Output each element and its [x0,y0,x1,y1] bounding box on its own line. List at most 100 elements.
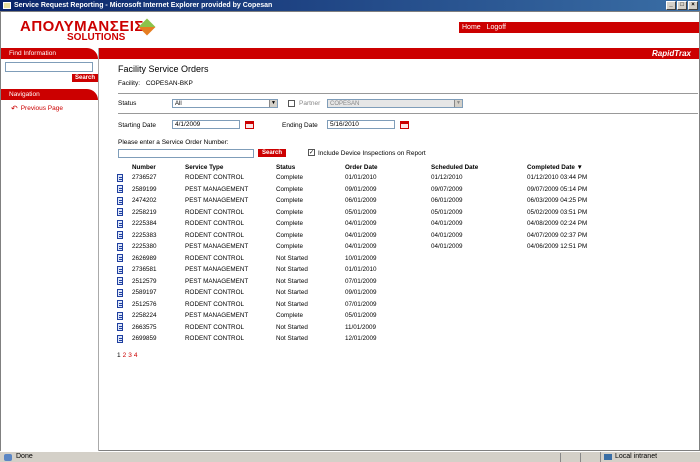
cell-scheduled-date [431,276,527,288]
cell-order-date: 01/01/2010 [345,174,377,182]
cell-scheduled-date [431,299,527,311]
cell-number: 2589199 [132,185,157,193]
cell-scheduled-date: 04/01/2009 [431,220,463,228]
document-icon[interactable] [117,208,123,217]
header-scheduled-date[interactable]: Scheduled Date [431,162,527,172]
end-date-input[interactable]: 5/16/2010 [327,120,395,129]
chevron-down-icon: ▼ [269,100,277,107]
partner-select[interactable]: COPESAN ▼ [327,99,463,108]
table-row[interactable]: 2736527 RODENT CONTROL Complete 01/01/2010 0… [117,172,617,184]
page-link-2[interactable]: 2 [123,352,127,359]
calendar-icon[interactable] [400,121,409,129]
document-icon[interactable] [117,277,123,286]
document-icon[interactable] [117,185,123,194]
start-date-input[interactable]: 4/1/2009 [172,120,240,129]
table-row[interactable]: 2663575 RODENT CONTROL Not Started 11/01/20… [117,322,617,334]
facility-label: Facility: [118,80,141,87]
table-row[interactable]: 2626989 RODENT CONTROL Not Started 10/01/20… [117,253,617,265]
document-icon[interactable] [117,300,123,309]
cell-service-type: RODENT CONTROL [185,289,245,297]
cell-order-date: 09/01/2009 [345,289,377,297]
document-icon[interactable] [117,323,123,332]
cell-order-date: 06/01/2009 [345,197,377,205]
cell-completed-date [527,322,617,334]
document-icon[interactable] [117,173,123,182]
divider [118,93,698,94]
cell-service-type: PEST MANAGEMENT [185,197,249,205]
nav-home-link[interactable]: Home [462,24,481,31]
cell-number: 2663575 [132,323,157,331]
table-row[interactable]: 2225380 PEST MANAGEMENT Complete 04/01/2009… [117,241,617,253]
intranet-icon [604,454,612,460]
document-icon[interactable] [117,288,123,297]
order-number-input[interactable] [118,149,254,158]
document-icon[interactable] [117,254,123,263]
cell-completed-date [527,333,617,345]
sidebar-search-input[interactable] [5,62,93,72]
top-nav: Home Logoff [459,22,699,33]
document-icon[interactable] [117,334,123,343]
maximize-button[interactable]: □ [677,1,687,10]
table-row[interactable]: 2512579 PEST MANAGEMENT Not Started 07/01/2… [117,276,617,288]
table-row[interactable]: 2589197 RODENT CONTROL Not Started 09/01/20… [117,287,617,299]
cell-scheduled-date: 04/01/2009 [431,243,463,251]
cell-service-type: PEST MANAGEMENT [185,243,249,251]
ie-app-icon [3,2,11,9]
cell-completed-date: 04/07/2009 02:37 PM [527,231,588,239]
security-zone: Local intranet [600,452,690,462]
page-link-3[interactable]: 3 [128,352,132,359]
header-number[interactable]: Number [132,162,185,172]
cell-service-type: PEST MANAGEMENT [185,277,249,285]
header-service-type[interactable]: Service Type [185,162,276,172]
table-row[interactable]: 2512576 RODENT CONTROL Not Started 07/01/20… [117,299,617,311]
cell-status: Not Started [276,300,308,308]
nav-logoff-link[interactable]: Logoff [487,24,506,31]
order-search-button[interactable]: Search [258,149,286,157]
table-row[interactable]: 2474202 PEST MANAGEMENT Complete 06/01/2009… [117,195,617,207]
table-row[interactable]: 2699859 RODENT CONTROL Not Started 12/01/20… [117,333,617,345]
page-link-1[interactable]: 1 [117,352,121,359]
partner-checkbox[interactable] [288,100,295,107]
document-icon[interactable] [117,265,123,274]
status-select[interactable]: All ▼ [172,99,278,108]
rapidtrax-logo: RapidTrax [652,49,691,58]
cell-status: Complete [276,312,303,320]
close-button[interactable]: × [688,1,698,10]
cell-number: 2258224 [132,312,157,320]
header-completed-date[interactable]: Completed Date ▼ [527,162,617,172]
document-icon[interactable] [117,311,123,320]
row-icon-cell [117,253,132,265]
header-status[interactable]: Status [276,162,345,172]
table-row[interactable]: 2225384 RODENT CONTROL Complete 04/01/2009 0… [117,218,617,230]
cell-order-date: 07/01/2009 [345,300,377,308]
cell-status: Not Started [276,335,308,343]
header-order-date[interactable]: Order Date [345,162,431,172]
minimize-button[interactable]: _ [666,1,676,10]
document-icon[interactable] [117,242,123,251]
cell-service-type: RODENT CONTROL [185,231,245,239]
partner-select-value: COPESAN [330,101,360,107]
cell-completed-date: 04/08/2009 02:24 PM [527,220,588,228]
document-icon[interactable] [117,196,123,205]
cell-order-date: 04/01/2009 [345,231,377,239]
previous-page-link[interactable]: ↶ Previous Page [1,100,98,113]
table-row[interactable]: 2589199 PEST MANAGEMENT Complete 09/01/2009… [117,184,617,196]
page-link-4[interactable]: 4 [134,352,138,359]
sidebar-search-button[interactable]: Search [72,74,98,82]
row-icon-cell [117,230,132,242]
table-row[interactable]: 2736581 PEST MANAGEMENT Not Started 01/01/2… [117,264,617,276]
table-row[interactable]: 2258224 PEST MANAGEMENT Complete 05/01/2009 [117,310,617,322]
include-inspections-checkbox[interactable]: ✓ [308,149,315,156]
table-row[interactable]: 2225383 RODENT CONTROL Complete 04/01/2009 0… [117,230,617,242]
document-icon[interactable] [117,231,123,240]
document-icon[interactable] [117,219,123,228]
cell-number: 2626989 [132,254,157,262]
cell-service-type: RODENT CONTROL [185,174,245,182]
facility-value: COPESAN-BKP [145,80,193,87]
calendar-icon[interactable] [245,121,254,129]
cell-order-date: 09/01/2009 [345,185,377,193]
cell-service-type: PEST MANAGEMENT [185,312,249,320]
cell-status: Not Started [276,277,308,285]
row-icon-cell [117,184,132,196]
table-row[interactable]: 2258219 RODENT CONTROL Complete 05/01/2009 0… [117,207,617,219]
